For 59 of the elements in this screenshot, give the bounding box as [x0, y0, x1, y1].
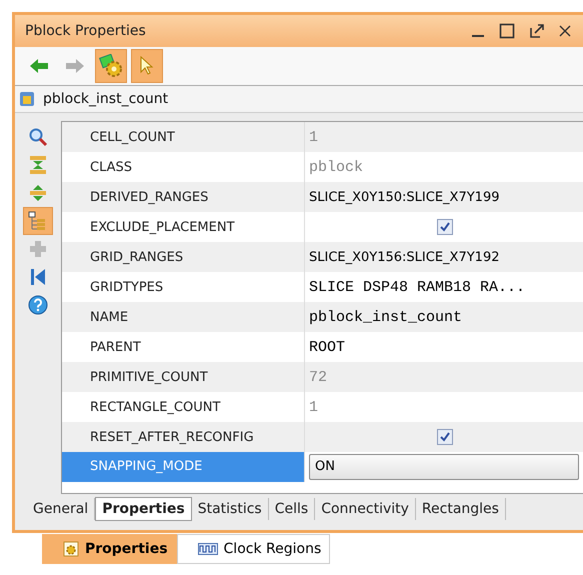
waveform-icon [198, 543, 218, 555]
value-dropdown[interactable]: ON [309, 454, 579, 480]
tab[interactable]: Properties [95, 497, 192, 521]
property-name: PRIMITIVE_COUNT [89, 370, 209, 384]
object-name: pblock_inst_count [43, 91, 168, 107]
dock-tab-label: Clock Regions [224, 541, 322, 557]
property-row[interactable]: RESET_AFTER_RECONFIG [62, 422, 583, 452]
dock-tab[interactable]: Clock Regions [176, 534, 330, 564]
tab[interactable]: Cells [268, 498, 316, 520]
help-icon [28, 295, 48, 315]
property-row[interactable]: DERIVED_RANGES SLICE_X0Y150:SLICE_X7Y199 [62, 182, 583, 212]
property-value: SLICE_X0Y150:SLICE_X7Y199 [309, 190, 500, 204]
property-value: 1 [309, 128, 318, 146]
plus-icon [29, 240, 47, 258]
property-value: pblock [309, 158, 364, 176]
maximize-icon[interactable] [499, 23, 515, 39]
tab[interactable]: Connectivity [315, 498, 416, 520]
property-name: GRID_RANGES [89, 250, 184, 264]
left-arrow-icon [29, 58, 49, 74]
property-name: GRIDTYPES [89, 280, 164, 294]
gear-icon [99, 54, 123, 78]
toolbar-button[interactable] [95, 49, 127, 83]
pointer-icon [139, 56, 155, 76]
property-value: 1 [309, 398, 318, 416]
tab[interactable]: Rectangles [416, 498, 506, 520]
right-arrow-icon [65, 58, 85, 74]
property-value: SLICE DSP48 RAMB18 RA... [309, 278, 526, 296]
collapse-all-icon [29, 155, 47, 175]
side-tool-button[interactable] [23, 207, 53, 235]
property-name: RECTANGLE_COUNT [89, 400, 222, 414]
tree-icon [28, 211, 48, 231]
property-name: EXCLUDE_PLACEMENT [89, 220, 236, 234]
property-name: CLASS [89, 160, 134, 174]
expand-all-icon [29, 183, 47, 203]
property-value: 72 [309, 368, 328, 386]
property-value: pblock_inst_count [309, 308, 462, 326]
window-title: Pblock Properties [25, 23, 146, 39]
search-icon [28, 127, 48, 147]
float-icon[interactable] [529, 23, 545, 39]
property-name: DERIVED_RANGES [89, 190, 210, 204]
first-icon [30, 267, 46, 287]
close-icon[interactable] [559, 25, 571, 37]
property-name: CELL_COUNT [89, 130, 176, 144]
property-value: SLICE_X0Y156:SLICE_X7Y192 [309, 250, 500, 264]
pblock-icon [19, 91, 35, 107]
property-row[interactable]: NAME pblock_inst_count [62, 302, 583, 332]
gear-icon [63, 541, 79, 557]
property-name: NAME [89, 310, 130, 324]
checkbox[interactable] [437, 219, 453, 235]
property-name: RESET_AFTER_RECONFIG [89, 430, 255, 444]
dock-tab-label: Properties [85, 541, 168, 557]
property-value: ROOT [309, 338, 346, 356]
property-name: PARENT [89, 340, 142, 354]
tab[interactable]: Statistics [192, 498, 269, 520]
dock-tab[interactable]: Properties [42, 534, 177, 564]
property-name: SNAPPING_MODE [62, 452, 304, 482]
property-row[interactable]: GRID_RANGES SLICE_X0Y156:SLICE_X7Y192 [62, 242, 583, 272]
checkbox[interactable] [437, 429, 453, 445]
toolbar-button[interactable] [131, 49, 163, 83]
